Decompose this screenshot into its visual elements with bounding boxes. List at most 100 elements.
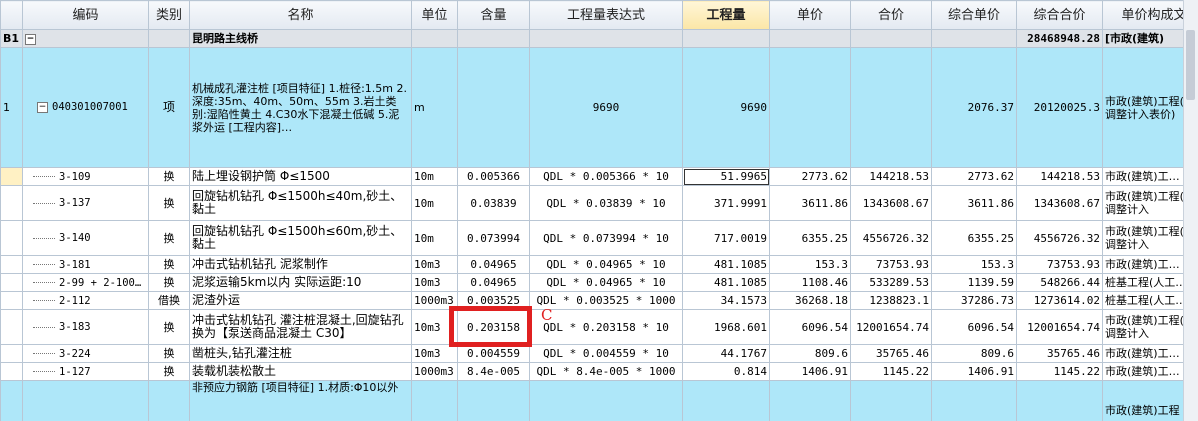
quota-comp-total[interactable]: 144218.53	[1016, 167, 1103, 186]
quota-unit[interactable]: 10m3	[411, 344, 458, 363]
quota-comp-unit-price[interactable]: 153.3	[931, 255, 1017, 274]
quota-name[interactable]: 回旋钻机钻孔 Φ≤1500h≤40m,砂土、黏土	[189, 185, 412, 221]
col-header-unit[interactable]: 单位	[411, 0, 458, 30]
quota-comp-total[interactable]: 73753.93	[1016, 255, 1103, 274]
item-row-2[interactable]: 非预应力钢筋 [项目特征] 1.材质:Φ10以外 市政(建筑)工程	[0, 380, 1198, 421]
collapse-toggle-icon[interactable]: −	[25, 33, 36, 45]
quota-quantity[interactable]: 44.1767	[682, 344, 770, 363]
col-header-content[interactable]: 含量	[457, 0, 530, 30]
quota-unit[interactable]: 10m3	[411, 273, 458, 292]
quota-unit-price[interactable]: 1108.46	[769, 273, 851, 292]
quota-row[interactable]: 3-181 换冲击式钻机钻孔 泥浆制作 10m3 0.04965 QDL * 0.049…	[0, 255, 1198, 274]
quota-total[interactable]: 35765.46	[850, 344, 932, 363]
quota-content[interactable]: 0.03839	[457, 185, 530, 221]
quota-comp-total[interactable]: 1273614.02	[1016, 291, 1103, 310]
quota-category[interactable]: 换	[148, 185, 190, 221]
col-header-quantity[interactable]: 工程量	[682, 0, 770, 30]
quota-total[interactable]: 4556726.32	[850, 220, 932, 256]
scrollbar-thumb[interactable]	[1186, 30, 1195, 100]
collapse-toggle-icon[interactable]: −	[37, 102, 48, 113]
quota-unit-price[interactable]: 6096.54	[769, 309, 851, 345]
quota-row[interactable]: 3-137 换回旋钻机钻孔 Φ≤1500h≤40m,砂土、黏土 10m 0.03839…	[0, 185, 1198, 221]
section-row[interactable]: B1 − 昆明路主线桥 28468948.28 [市政(建筑)	[0, 29, 1198, 48]
quota-comp-unit-price[interactable]: 3611.86	[931, 185, 1017, 221]
quota-comp-total[interactable]: 4556726.32	[1016, 220, 1103, 256]
quota-content[interactable]: 0.04965	[457, 273, 530, 292]
quota-expression[interactable]: QDL * 0.04965 * 10	[529, 255, 683, 274]
quota-name[interactable]: 泥渣外运	[189, 291, 412, 310]
quota-expression[interactable]: QDL * 0.005366 * 10	[529, 167, 683, 186]
item-expression[interactable]: 9690	[529, 47, 683, 168]
quota-name[interactable]: 装载机装松散土	[189, 362, 412, 381]
quota-code[interactable]: 3-137	[22, 185, 149, 221]
quota-row[interactable]: 3-109 换陆上埋设钢护筒 Φ≤1500 10m 0.005366 QDL * 0.0…	[0, 167, 1198, 186]
item2-name[interactable]: 非预应力钢筋 [项目特征] 1.材质:Φ10以外	[189, 380, 412, 421]
quota-content[interactable]: 0.005366	[457, 167, 530, 186]
item-code-cell[interactable]: −040301007001	[22, 47, 149, 168]
col-header-unit-price[interactable]: 单价	[769, 0, 851, 30]
quota-comp-total[interactable]: 548266.44	[1016, 273, 1103, 292]
col-header-comp-unit-price[interactable]: 综合单价	[931, 0, 1017, 30]
quota-total[interactable]: 73753.93	[850, 255, 932, 274]
quota-unit-price[interactable]: 1406.91	[769, 362, 851, 381]
quota-comp-unit-price[interactable]: 1406.91	[931, 362, 1017, 381]
quota-code[interactable]: 2-99 + 2-100…	[22, 273, 149, 292]
quota-category[interactable]: 借换	[148, 291, 190, 310]
quota-comp-unit-price[interactable]: 2773.62	[931, 167, 1017, 186]
quota-content[interactable]: 8.4e-005	[457, 362, 530, 381]
quota-content[interactable]: 0.004559	[457, 344, 530, 363]
quota-name[interactable]: 凿桩头,钻孔灌注桩	[189, 344, 412, 363]
quota-unit-price[interactable]: 2773.62	[769, 167, 851, 186]
quota-expression[interactable]: QDL * 0.073994 * 10	[529, 220, 683, 256]
quota-quantity[interactable]: 51.9965	[682, 167, 770, 186]
col-header-name[interactable]: 名称	[189, 0, 412, 30]
quota-code[interactable]: 2-112	[22, 291, 149, 310]
quota-unit[interactable]: 10m3	[411, 255, 458, 274]
quota-quantity[interactable]: 481.1085	[682, 273, 770, 292]
quota-unit-price[interactable]: 3611.86	[769, 185, 851, 221]
quota-comp-total[interactable]: 35765.46	[1016, 344, 1103, 363]
quota-total[interactable]: 1343608.67	[850, 185, 932, 221]
item-unit[interactable]: m	[411, 47, 458, 168]
quota-comp-unit-price[interactable]: 809.6	[931, 344, 1017, 363]
quota-unit-price[interactable]: 36268.18	[769, 291, 851, 310]
quota-quantity[interactable]: 1968.601	[682, 309, 770, 345]
vertical-scrollbar[interactable]	[1183, 0, 1198, 421]
col-header-category[interactable]: 类别	[148, 0, 190, 30]
col-header-comp-total[interactable]: 综合合价	[1016, 0, 1103, 30]
quota-content[interactable]: 0.073994	[457, 220, 530, 256]
quota-unit[interactable]: 10m	[411, 220, 458, 256]
quota-unit[interactable]: 1000m3	[411, 362, 458, 381]
quota-quantity[interactable]: 371.9991	[682, 185, 770, 221]
quota-category[interactable]: 换	[148, 167, 190, 186]
quota-code[interactable]: 3-109	[22, 167, 149, 186]
quota-code[interactable]: 3-140	[22, 220, 149, 256]
quota-row[interactable]: 1-127 换装载机装松散土 1000m3 8.4e-005 QDL * 8.4e-00…	[0, 362, 1198, 381]
quota-unit-price[interactable]: 6355.25	[769, 220, 851, 256]
col-header-index[interactable]	[0, 0, 23, 30]
quota-quantity[interactable]: 717.0019	[682, 220, 770, 256]
quota-expression[interactable]: QDL * 0.004559 * 10	[529, 344, 683, 363]
quota-content[interactable]: 0.003525	[457, 291, 530, 310]
quota-comp-unit-price[interactable]: 37286.73	[931, 291, 1017, 310]
item-quantity[interactable]: 9690	[682, 47, 770, 168]
quota-unit[interactable]: 10m	[411, 167, 458, 186]
quota-quantity[interactable]: 481.1085	[682, 255, 770, 274]
quota-comp-total[interactable]: 1145.22	[1016, 362, 1103, 381]
quota-total[interactable]: 1145.22	[850, 362, 932, 381]
quota-row[interactable]: 2-99 + 2-100… 换泥浆运输5km以内 实际运距:10 10m3 0.049…	[0, 273, 1198, 292]
col-header-code[interactable]: 编码	[22, 0, 149, 30]
quota-unit[interactable]: 10m	[411, 185, 458, 221]
quota-name[interactable]: 陆上埋设钢护筒 Φ≤1500	[189, 167, 412, 186]
quota-category[interactable]: 换	[148, 309, 190, 345]
quota-comp-unit-price[interactable]: 6355.25	[931, 220, 1017, 256]
quota-category[interactable]: 换	[148, 255, 190, 274]
quota-total[interactable]: 1238823.1	[850, 291, 932, 310]
quota-name[interactable]: 冲击式钻机钻孔 泥浆制作	[189, 255, 412, 274]
quota-code[interactable]: 1-127	[22, 362, 149, 381]
quota-expression[interactable]: QDL * 0.04965 * 10	[529, 273, 683, 292]
quota-category[interactable]: 换	[148, 220, 190, 256]
col-header-total[interactable]: 合价	[850, 0, 932, 30]
quota-comp-unit-price[interactable]: 1139.59	[931, 273, 1017, 292]
quota-code[interactable]: 3-181	[22, 255, 149, 274]
